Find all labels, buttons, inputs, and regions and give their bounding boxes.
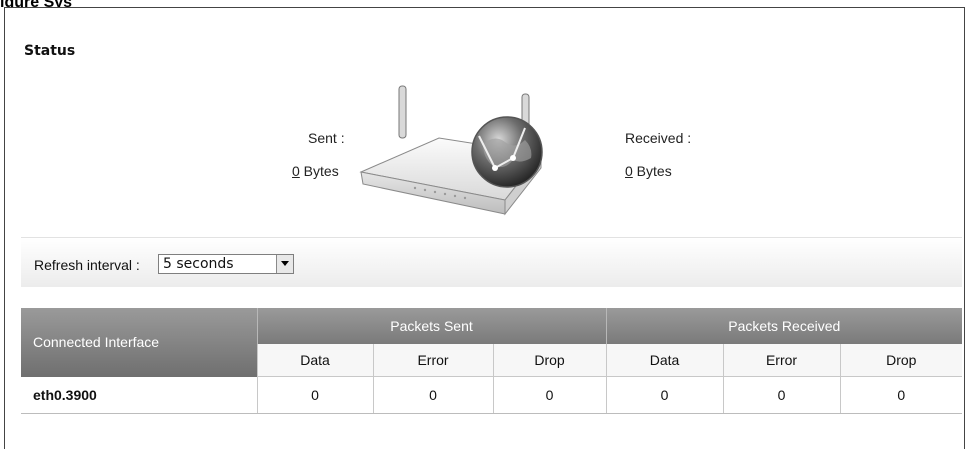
received-error-value: 0 xyxy=(722,376,841,414)
interface-stats-table: Connected Interface Packets Sent Packets… xyxy=(21,308,963,414)
sent-bytes-unit: Bytes xyxy=(299,163,339,179)
refresh-bar: Refresh interval : 5 seconds xyxy=(21,237,962,287)
received-bytes: 0 Bytes xyxy=(625,163,672,179)
sent-bytes-link[interactable]: 0 xyxy=(292,163,300,179)
sent-label: Sent : xyxy=(308,130,345,146)
packets-received-header: Packets Received xyxy=(605,308,963,344)
refresh-interval-select[interactable]: 5 seconds xyxy=(158,254,294,274)
received-drop-value: 0 xyxy=(839,376,963,414)
packets-sent-header: Packets Sent xyxy=(256,308,607,344)
received-error-header: Error xyxy=(722,344,841,377)
sent-data-header: Data xyxy=(256,344,373,377)
interface-name: eth0.3900 xyxy=(21,376,257,414)
sent-bytes: 0 Bytes xyxy=(292,163,339,179)
sent-data-value: 0 xyxy=(256,376,373,414)
dropdown-arrow-icon[interactable] xyxy=(276,255,293,273)
refresh-interval-label: Refresh interval : xyxy=(34,257,140,273)
router-icon xyxy=(355,84,555,229)
connected-interface-header: Connected Interface xyxy=(21,308,257,377)
sent-error-value: 0 xyxy=(372,376,493,414)
received-bytes-unit: Bytes xyxy=(632,163,672,179)
received-bytes-link[interactable]: 0 xyxy=(625,163,633,179)
received-data-header: Data xyxy=(605,344,724,377)
sent-drop-value: 0 xyxy=(492,376,607,414)
received-data-value: 0 xyxy=(605,376,724,414)
globe-icon xyxy=(471,116,543,188)
table-row: eth0.3900 0 0 0 0 0 0 xyxy=(21,376,963,414)
received-label: Received : xyxy=(625,130,692,146)
status-title: Status xyxy=(24,43,76,59)
sent-drop-header: Drop xyxy=(492,344,607,377)
sent-error-header: Error xyxy=(372,344,493,377)
received-drop-header: Drop xyxy=(839,344,963,377)
refresh-interval-value: 5 seconds xyxy=(163,256,234,272)
